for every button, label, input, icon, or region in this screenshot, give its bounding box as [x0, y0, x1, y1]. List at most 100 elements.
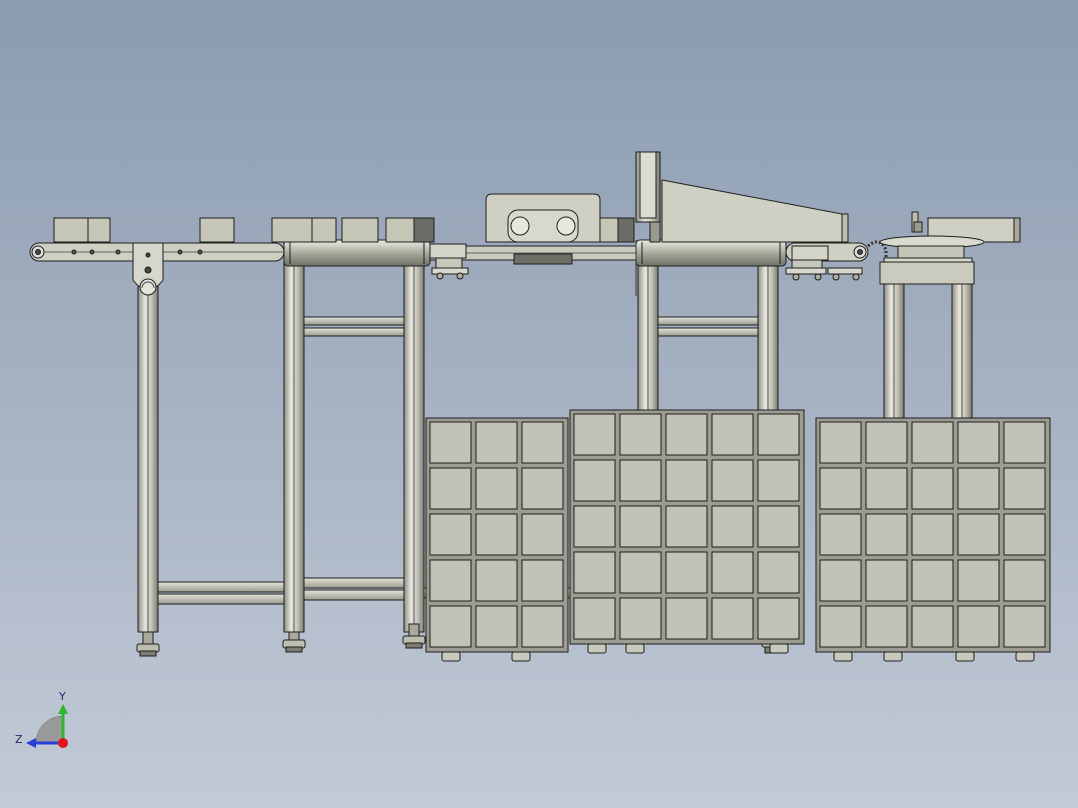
crate-cell — [521, 467, 564, 510]
crate-cell — [521, 559, 564, 602]
cad-model-scene[interactable]: Y Z — [0, 0, 1078, 808]
frame-beam — [157, 581, 285, 593]
crate-cell — [665, 413, 708, 456]
left-belt-conveyor[interactable] — [29, 239, 431, 296]
crate-cell — [475, 421, 518, 464]
crate-cell — [521, 513, 564, 556]
leveling-foot — [282, 631, 306, 653]
crate-cell — [757, 597, 800, 640]
crate-stack — [815, 417, 1051, 662]
conveyor-roller-tube — [283, 239, 431, 267]
crate-foot — [883, 651, 903, 662]
crate-cell — [757, 413, 800, 456]
crate-cell — [757, 459, 800, 502]
crate-cell — [619, 597, 662, 640]
orientation-triad: Y Z — [15, 690, 68, 748]
crate-stack — [425, 417, 569, 662]
frame-beam — [657, 316, 759, 326]
crate-cell — [573, 505, 616, 548]
triad-plane-indicator — [35, 715, 64, 744]
crate-cell — [429, 513, 472, 556]
conveyor-roller-tube — [635, 239, 787, 267]
crate-foot — [511, 651, 531, 662]
crate-cell — [619, 413, 662, 456]
crate-cell — [911, 467, 954, 510]
crate-cell — [1003, 513, 1046, 556]
crate-cell — [573, 459, 616, 502]
crate-cell — [711, 505, 754, 548]
crate-cell — [757, 551, 800, 594]
crate-cell — [619, 551, 662, 594]
turntable-station[interactable] — [879, 211, 1021, 285]
crate-cell — [819, 605, 862, 648]
crate-cell — [475, 559, 518, 602]
right-station-frame — [883, 281, 973, 423]
crate-cell — [957, 467, 1000, 510]
crate-cell — [429, 559, 472, 602]
crate-cell — [521, 421, 564, 464]
crate-cell — [429, 421, 472, 464]
crate-foot — [955, 651, 975, 662]
guide-wheel-assembly — [431, 257, 469, 280]
leveling-foot — [136, 631, 160, 657]
crate-cell — [819, 467, 862, 510]
crate-cell — [573, 413, 616, 456]
crate-cell — [1003, 421, 1046, 464]
frame-beam — [303, 327, 405, 337]
frame-beam — [303, 316, 405, 326]
crate-foot — [769, 643, 789, 654]
crate-cell — [429, 605, 472, 648]
triad-y-arrow — [58, 704, 68, 714]
triad-y-label: Y — [58, 690, 66, 703]
crate-foot — [587, 643, 607, 654]
product-box — [87, 217, 111, 243]
crate-cell — [865, 605, 908, 648]
crate-stack — [569, 409, 805, 654]
crate-cell — [911, 605, 954, 648]
crate-foot — [441, 651, 461, 662]
crate-cell — [911, 421, 954, 464]
crate-cell — [573, 597, 616, 640]
crate-cell — [911, 559, 954, 602]
crate-cell — [573, 551, 616, 594]
crate-cell — [757, 505, 800, 548]
crate-foot — [625, 643, 645, 654]
graphics-viewport[interactable]: Y Z — [0, 0, 1078, 808]
printer-roll — [556, 216, 576, 236]
product-box — [341, 217, 379, 243]
product-box — [199, 217, 235, 243]
crate-cell — [619, 505, 662, 548]
product-box — [311, 217, 337, 243]
crate-cell — [911, 513, 954, 556]
crate-cell — [665, 551, 708, 594]
crate-cell — [1003, 605, 1046, 648]
crate-foot — [833, 651, 853, 662]
crate-cell — [865, 513, 908, 556]
crate-cell — [1003, 559, 1046, 602]
triad-z-label: Z — [15, 733, 23, 746]
crate-foot — [1015, 651, 1035, 662]
crate-cell — [665, 597, 708, 640]
crate-cell — [957, 513, 1000, 556]
crate-cell — [865, 467, 908, 510]
product-box — [53, 217, 89, 243]
printer-roll — [510, 216, 530, 236]
crate-cell — [429, 467, 472, 510]
middle-belt-conveyor[interactable] — [429, 239, 787, 296]
frame-beam — [303, 589, 405, 601]
crate-cell — [711, 551, 754, 594]
crate-cell — [711, 597, 754, 640]
crate-cell — [1003, 467, 1046, 510]
right-belt-conveyor[interactable] — [785, 240, 888, 281]
guard-panel — [661, 179, 843, 243]
guide-wheel-assembly — [785, 259, 863, 281]
crate-cell — [957, 421, 1000, 464]
crate-cell — [475, 605, 518, 648]
triad-x-axis-dot — [58, 738, 68, 748]
vertical-mast-unit[interactable] — [635, 151, 849, 243]
crate-cell — [957, 559, 1000, 602]
crate-cell — [475, 513, 518, 556]
crate-cell — [665, 505, 708, 548]
crate-cell — [711, 413, 754, 456]
frame-beam — [157, 593, 285, 605]
